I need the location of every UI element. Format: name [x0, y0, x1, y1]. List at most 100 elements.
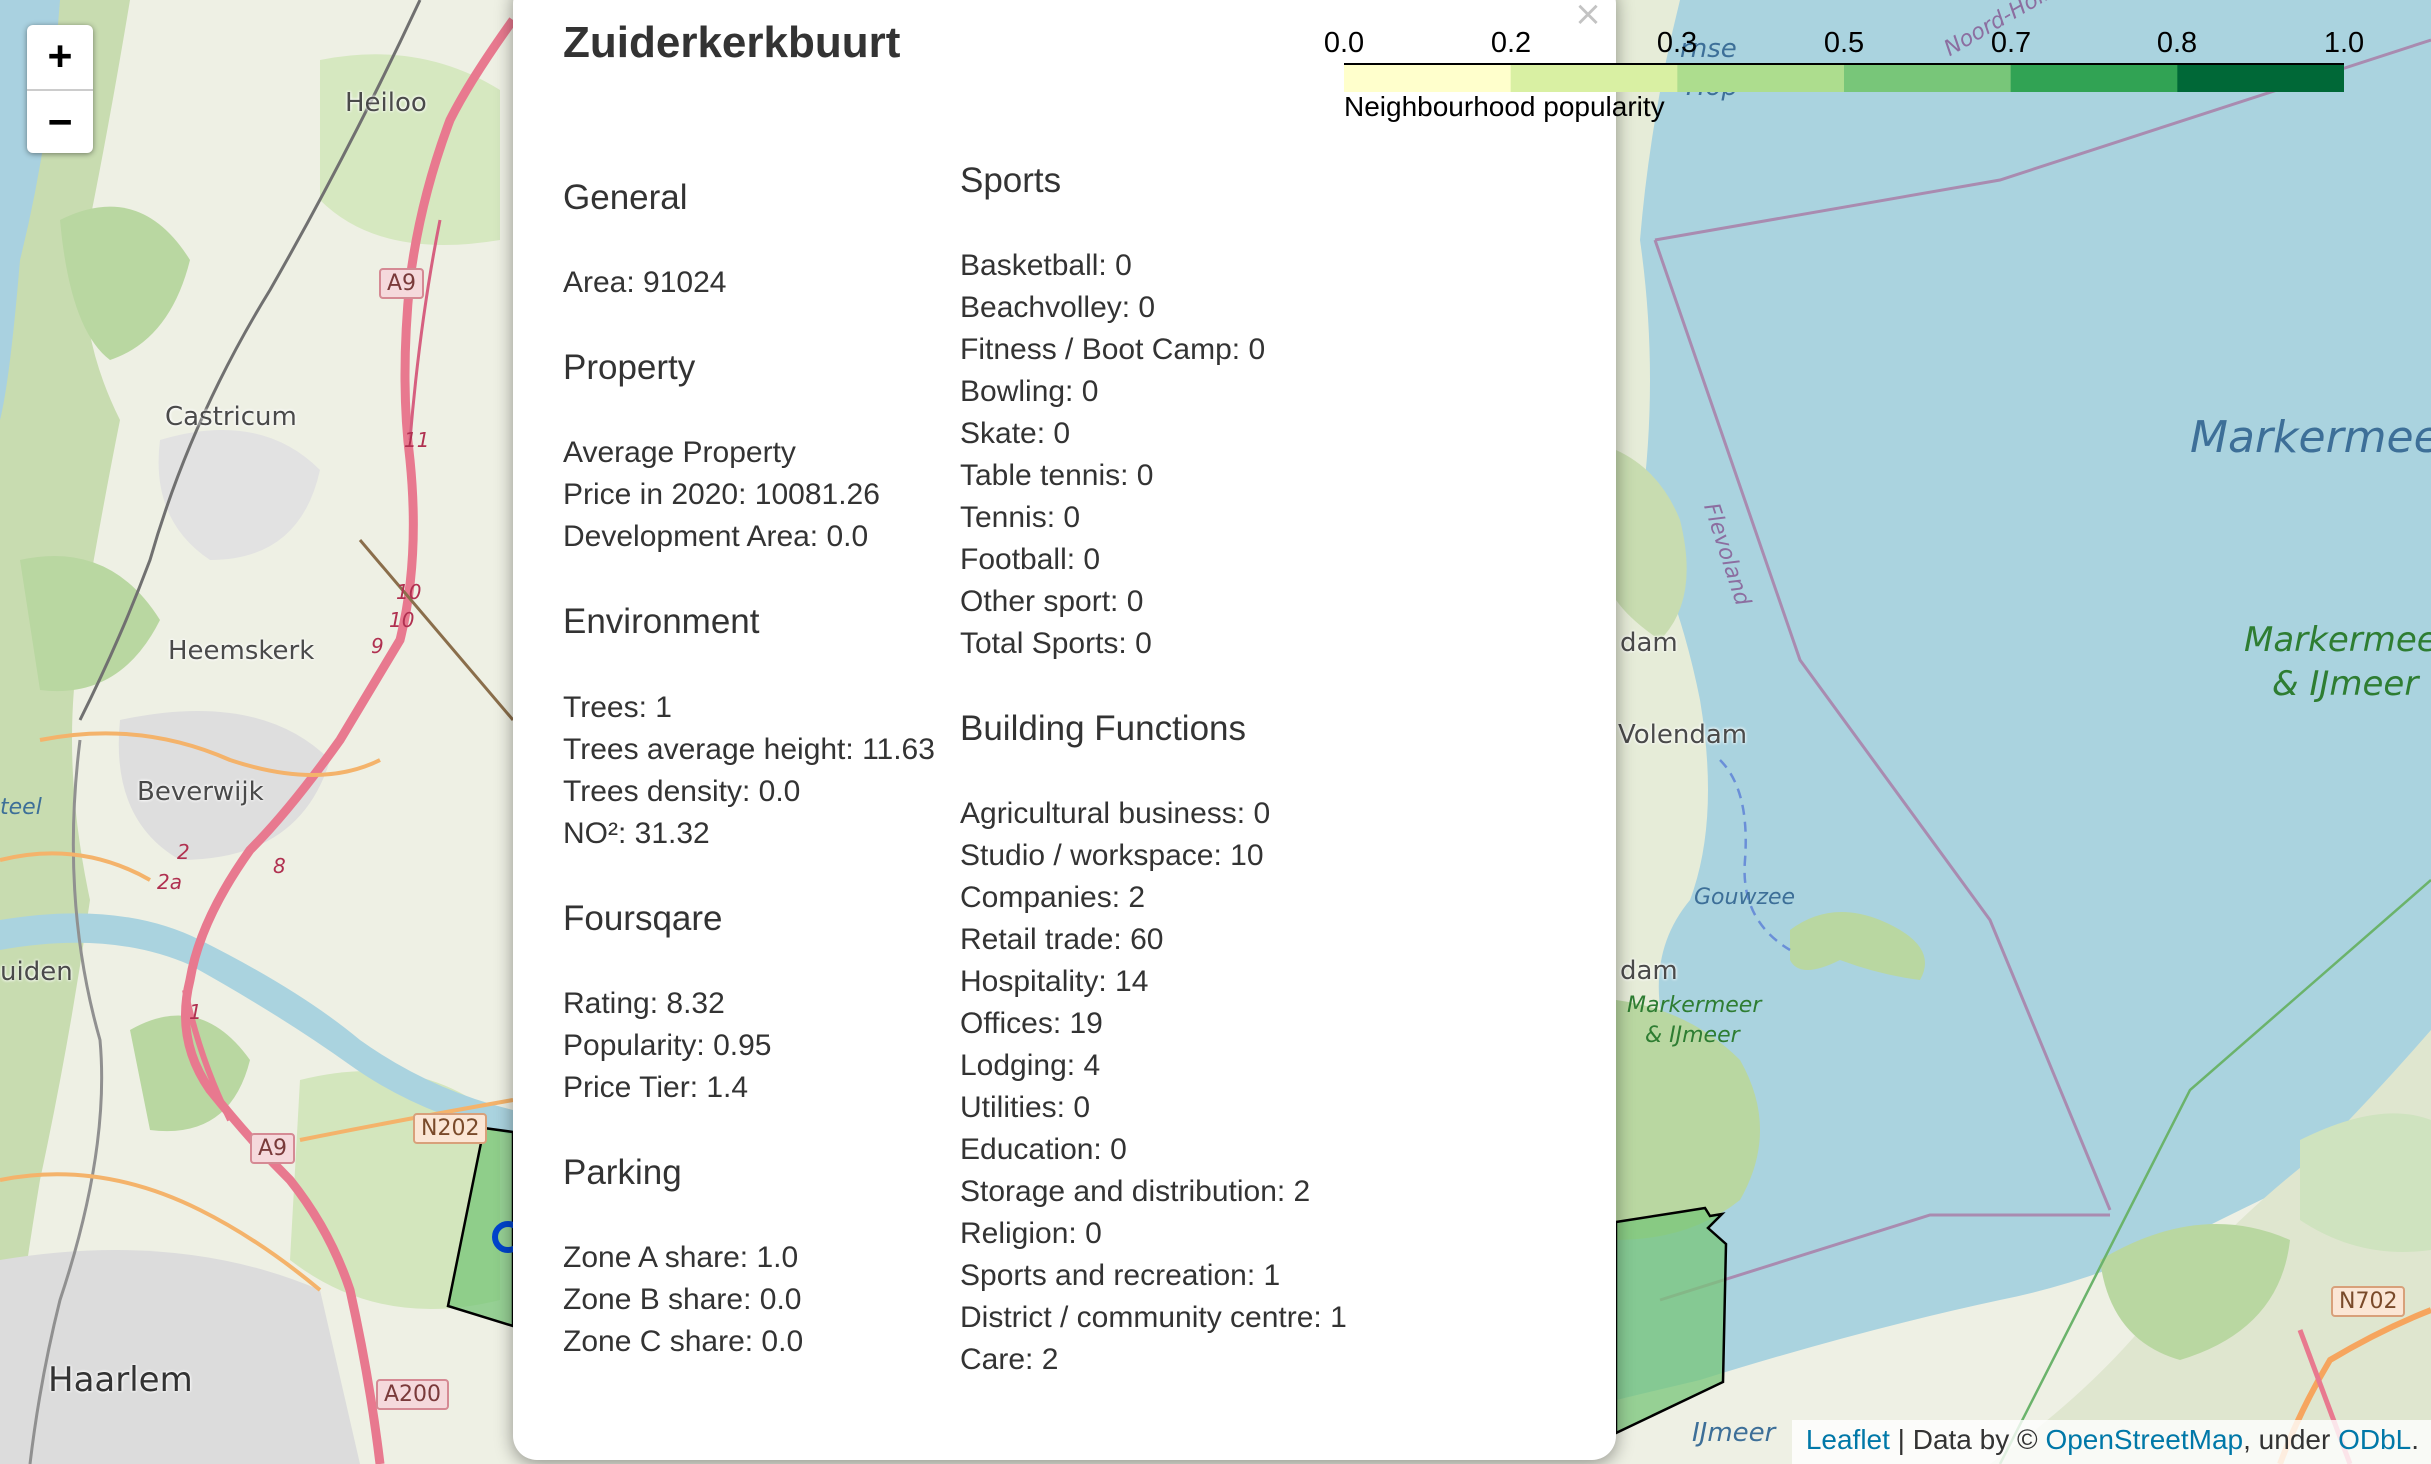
parking-zone-c: Zone C share: 0.0 [563, 1325, 804, 1358]
building-item: Religion: 0 [960, 1217, 1102, 1250]
building-item: Care: 2 [960, 1343, 1059, 1376]
road-shield-n702: N702 [2331, 1286, 2406, 1317]
building-item: District / community centre: 1 [960, 1301, 1347, 1334]
section-sports-heading: Sports [960, 161, 1062, 200]
label-gouwzee: Gouwzee [1694, 885, 1796, 910]
sports-item: Basketball: 0 [960, 249, 1132, 282]
environment-trees-density: Trees density: 0.0 [563, 775, 801, 808]
property-line: Average Property [563, 436, 796, 469]
label-markermeer-ijmeer-line2: & IJmeer [2272, 664, 2419, 704]
map-attribution: Leaflet | Data by © OpenStreetMap, under… [1791, 1420, 2431, 1464]
general-area: Area: 91024 [563, 266, 727, 299]
exit-number: 2a [157, 870, 182, 894]
section-general-heading: General [563, 178, 688, 217]
label-markermeer-ijmeer-line1: Markermeer [2244, 620, 2431, 660]
legend-tick-label: 0.7 [1990, 27, 2032, 59]
label-markermeer: Markermeer [2190, 412, 2431, 463]
section-parking-heading: Parking [563, 1153, 682, 1192]
attribution-text: . [2411, 1424, 2419, 1455]
legend-tick-label: 0.8 [2156, 27, 2198, 59]
label-beverwijk: Beverwijk [137, 777, 264, 807]
road-shield-a9-bottom: A9 [250, 1133, 296, 1164]
building-item: Lodging: 4 [960, 1049, 1101, 1082]
legend-color-band [1677, 65, 1845, 92]
road-shield-a200: A200 [376, 1379, 450, 1410]
label-haarlem: Haarlem [48, 1360, 193, 1400]
sports-item: Tennis: 0 [960, 501, 1081, 534]
environment-trees: Trees: 1 [563, 691, 672, 724]
popup-title: Zuiderkerkbuurt [563, 18, 901, 67]
foursquare-price-tier: Price Tier: 1.4 [563, 1071, 749, 1104]
legend-caption: Neighbourhood popularity [1344, 91, 1665, 122]
sports-item: Football: 0 [960, 543, 1101, 576]
legend-color-band [1844, 65, 2012, 92]
exit-number: 8 [273, 854, 286, 878]
building-item: Studio / workspace: 10 [960, 839, 1264, 872]
exit-number: 10 [389, 608, 415, 632]
label-markermeer-small-line1: Markermeer [1627, 993, 1762, 1018]
property-line: Price in 2020: 10081.26 [563, 478, 880, 511]
parking-zone-b: Zone B share: 0.0 [563, 1283, 802, 1316]
legend-color-band [1510, 65, 1678, 92]
foursquare-popularity: Popularity: 0.95 [563, 1029, 772, 1062]
building-item: Offices: 19 [960, 1007, 1103, 1040]
section-foursquare-heading: Foursqare [563, 899, 723, 938]
label-heiloo: Heiloo [345, 88, 427, 118]
sports-item: Table tennis: 0 [960, 459, 1154, 492]
road-shield-n202: N202 [413, 1113, 488, 1144]
foursquare-rating: Rating: 8.32 [563, 987, 725, 1020]
section-building-functions-heading: Building Functions [960, 709, 1246, 748]
attribution-text: | Data by © [1889, 1424, 2046, 1455]
exit-number: 10 [396, 580, 422, 604]
label-edam-lower: dam [1620, 956, 1678, 986]
sports-item: Beachvolley: 0 [960, 291, 1156, 324]
section-property-heading: Property [563, 348, 696, 387]
odbl-link[interactable]: ODbL [2338, 1424, 2411, 1455]
building-item: Sports and recreation: 1 [960, 1259, 1281, 1292]
sports-item: Bowling: 0 [960, 375, 1099, 408]
road-shield-a9-top: A9 [379, 268, 425, 299]
leaflet-link[interactable]: Leaflet [1806, 1424, 1890, 1455]
exit-number: 9 [371, 634, 384, 658]
property-line: Development Area: 0.0 [563, 520, 869, 553]
label-heemskerk: Heemskerk [168, 636, 315, 666]
label-ijmeer: IJmeer [1692, 1418, 1776, 1448]
attribution-text: , under [2243, 1424, 2339, 1455]
zoom-out-button[interactable]: − [27, 89, 93, 153]
sports-item: Skate: 0 [960, 417, 1071, 450]
building-item: Companies: 2 [960, 881, 1146, 914]
environment-trees-height: Trees average height: 11.63 [563, 733, 935, 766]
building-item: Hospitality: 14 [960, 965, 1149, 998]
building-item: Retail trade: 60 [960, 923, 1164, 956]
label-markermeer-small-line2: & IJmeer [1645, 1023, 1740, 1048]
legend-tick-label: 0.2 [1490, 27, 1532, 59]
legend-color-band [2010, 65, 2178, 92]
exit-number: 11 [404, 428, 430, 452]
legend-tick-label: 0.3 [1656, 27, 1698, 59]
section-environment-heading: Environment [563, 602, 760, 641]
zoom-control: + − [27, 25, 93, 153]
label-edam-upper: dam [1620, 628, 1678, 658]
legend-tick-label: 0.5 [1823, 27, 1865, 59]
parking-zone-a: Zone A share: 1.0 [563, 1241, 799, 1274]
popularity-legend: 0.0 0.2 0.3 0.5 0.7 0.8 1.0 Neighbourhood popu… [1322, 25, 2374, 135]
sports-item: Fitness / Boot Camp: 0 [960, 333, 1266, 366]
exit-number: 2 [177, 840, 190, 864]
building-item: Storage and distribution: 2 [960, 1175, 1311, 1208]
legend-tick-label: 1.0 [2323, 27, 2365, 59]
sports-total: Total Sports: 0 [960, 627, 1152, 660]
sports-item: Other sport: 0 [960, 585, 1144, 618]
label-volendam: Volendam [1618, 720, 1748, 750]
exit-number: 1 [189, 1000, 202, 1024]
openstreetmap-link[interactable]: OpenStreetMap [2045, 1424, 2243, 1455]
environment-no2: NO²: 31.32 [563, 817, 710, 850]
label-castricum: Castricum [165, 402, 297, 432]
legend-color-band [1344, 65, 1512, 92]
zoom-in-button[interactable]: + [27, 25, 93, 89]
legend-tick-label: 0.0 [1323, 27, 1365, 59]
building-item: Agricultural business: 0 [960, 797, 1271, 830]
label-teel: teel [0, 795, 42, 820]
building-item: Utilities: 0 [960, 1091, 1091, 1124]
label-ijmuiden: uiden [0, 957, 73, 987]
legend-color-band [2177, 65, 2344, 92]
